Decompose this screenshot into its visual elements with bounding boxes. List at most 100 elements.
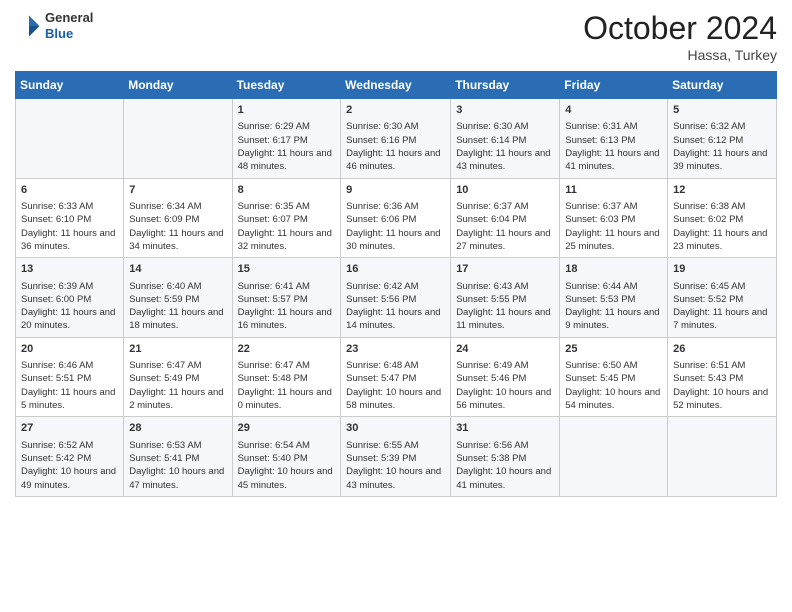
cell-info: Sunrise: 6:51 AMSunset: 5:43 PMDaylight:…: [673, 359, 771, 412]
calendar-cell: 10Sunrise: 6:37 AMSunset: 6:04 PMDayligh…: [451, 178, 560, 258]
day-number: 16: [346, 262, 445, 277]
day-number: 8: [238, 183, 336, 198]
calendar-cell: 19 Sunrise: 6:45 AMSunset: 5:52 PMDayligh…: [668, 258, 777, 338]
calendar-cell: 11Sunrise: 6:37 AMSunset: 6:03 PMDayligh…: [560, 178, 668, 258]
calendar-cell: 3 Sunrise: 6:30 AMSunset: 6:14 PMDaylight…: [451, 99, 560, 179]
week-row-3: 13Sunrise: 6:39 AMSunset: 6:00 PMDayligh…: [16, 258, 777, 338]
cell-info: Sunrise: 6:42 AMSunset: 5:56 PMDaylight:…: [346, 280, 445, 333]
day-number: 5: [673, 103, 771, 118]
calendar-cell: 8 Sunrise: 6:35 AMSunset: 6:07 PMDaylight…: [232, 178, 341, 258]
calendar-cell: [560, 417, 668, 497]
day-number: 11: [565, 183, 662, 198]
location: Hassa, Turkey: [583, 47, 777, 63]
week-row-5: 27Sunrise: 6:52 AMSunset: 5:42 PMDayligh…: [16, 417, 777, 497]
day-number: 31: [456, 421, 554, 436]
week-row-4: 20 Sunrise: 6:46 AMSunset: 5:51 PMDayligh…: [16, 337, 777, 417]
calendar-header-row: SundayMondayTuesdayWednesdayThursdayFrid…: [16, 72, 777, 99]
calendar-cell: 13Sunrise: 6:39 AMSunset: 6:00 PMDayligh…: [16, 258, 124, 338]
logo: General Blue: [15, 10, 93, 41]
calendar-cell: 14Sunrise: 6:40 AMSunset: 5:59 PMDayligh…: [124, 258, 232, 338]
day-number: 1: [238, 103, 336, 118]
calendar-cell: 12Sunrise: 6:38 AMSunset: 6:02 PMDayligh…: [668, 178, 777, 258]
cell-info: Sunrise: 6:45 AMSunset: 5:52 PMDaylight:…: [673, 280, 771, 333]
calendar-cell: 5 Sunrise: 6:32 AMSunset: 6:12 PMDaylight…: [668, 99, 777, 179]
cell-info: Sunrise: 6:33 AMSunset: 6:10 PMDaylight:…: [21, 200, 118, 253]
cell-info: Sunrise: 6:44 AMSunset: 5:53 PMDaylight:…: [565, 280, 662, 333]
cell-info: Sunrise: 6:30 AMSunset: 6:14 PMDaylight:…: [456, 120, 554, 173]
day-number: 18: [565, 262, 662, 277]
cell-info: Sunrise: 6:54 AMSunset: 5:40 PMDaylight:…: [238, 439, 336, 492]
cell-info: Sunrise: 6:52 AMSunset: 5:42 PMDaylight:…: [21, 439, 118, 492]
calendar-cell: 21Sunrise: 6:47 AMSunset: 5:49 PMDayligh…: [124, 337, 232, 417]
cell-info: Sunrise: 6:38 AMSunset: 6:02 PMDaylight:…: [673, 200, 771, 253]
cell-info: Sunrise: 6:49 AMSunset: 5:46 PMDaylight:…: [456, 359, 554, 412]
calendar-cell: 1 Sunrise: 6:29 AMSunset: 6:17 PMDaylight…: [232, 99, 341, 179]
week-row-2: 6 Sunrise: 6:33 AMSunset: 6:10 PMDaylight…: [16, 178, 777, 258]
cell-info: Sunrise: 6:36 AMSunset: 6:06 PMDaylight:…: [346, 200, 445, 253]
page-header: General Blue October 2024 Hassa, Turkey: [15, 10, 777, 63]
cell-info: Sunrise: 6:31 AMSunset: 6:13 PMDaylight:…: [565, 120, 662, 173]
calendar-cell: 4 Sunrise: 6:31 AMSunset: 6:13 PMDaylight…: [560, 99, 668, 179]
day-number: 21: [129, 342, 226, 357]
day-number: 6: [21, 183, 118, 198]
calendar-cell: 31 Sunrise: 6:56 AMSunset: 5:38 PMDayligh…: [451, 417, 560, 497]
calendar-cell: 18 Sunrise: 6:44 AMSunset: 5:53 PMDayligh…: [560, 258, 668, 338]
day-number: 25: [565, 342, 662, 357]
day-number: 3: [456, 103, 554, 118]
cell-info: Sunrise: 6:56 AMSunset: 5:38 PMDaylight:…: [456, 439, 554, 492]
calendar-cell: [16, 99, 124, 179]
col-header-thursday: Thursday: [451, 72, 560, 99]
cell-info: Sunrise: 6:32 AMSunset: 6:12 PMDaylight:…: [673, 120, 771, 173]
cell-info: Sunrise: 6:48 AMSunset: 5:47 PMDaylight:…: [346, 359, 445, 412]
calendar-cell: 2 Sunrise: 6:30 AMSunset: 6:16 PMDaylight…: [341, 99, 451, 179]
day-number: 7: [129, 183, 226, 198]
calendar-cell: 28 Sunrise: 6:53 AMSunset: 5:41 PMDayligh…: [124, 417, 232, 497]
calendar-cell: 26 Sunrise: 6:51 AMSunset: 5:43 PMDayligh…: [668, 337, 777, 417]
cell-info: Sunrise: 6:30 AMSunset: 6:16 PMDaylight:…: [346, 120, 445, 173]
cell-info: Sunrise: 6:53 AMSunset: 5:41 PMDaylight:…: [129, 439, 226, 492]
calendar-cell: [124, 99, 232, 179]
day-number: 26: [673, 342, 771, 357]
col-header-friday: Friday: [560, 72, 668, 99]
calendar-cell: 6 Sunrise: 6:33 AMSunset: 6:10 PMDaylight…: [16, 178, 124, 258]
calendar-cell: 30 Sunrise: 6:55 AMSunset: 5:39 PMDayligh…: [341, 417, 451, 497]
calendar-cell: 20 Sunrise: 6:46 AMSunset: 5:51 PMDayligh…: [16, 337, 124, 417]
day-number: 19: [673, 262, 771, 277]
day-number: 4: [565, 103, 662, 118]
calendar-cell: 25Sunrise: 6:50 AMSunset: 5:45 PMDayligh…: [560, 337, 668, 417]
day-number: 10: [456, 183, 554, 198]
day-number: 23: [346, 342, 445, 357]
day-number: 20: [21, 342, 118, 357]
logo-text: General Blue: [45, 10, 93, 41]
month-title: October 2024: [583, 10, 777, 47]
logo-icon: [15, 12, 43, 40]
day-number: 2: [346, 103, 445, 118]
week-row-1: 1 Sunrise: 6:29 AMSunset: 6:17 PMDaylight…: [16, 99, 777, 179]
day-number: 22: [238, 342, 336, 357]
day-number: 17: [456, 262, 554, 277]
day-number: 24: [456, 342, 554, 357]
day-number: 13: [21, 262, 118, 277]
col-header-sunday: Sunday: [16, 72, 124, 99]
calendar-cell: 29 Sunrise: 6:54 AMSunset: 5:40 PMDayligh…: [232, 417, 341, 497]
cell-info: Sunrise: 6:43 AMSunset: 5:55 PMDaylight:…: [456, 280, 554, 333]
calendar-cell: 24 Sunrise: 6:49 AMSunset: 5:46 PMDayligh…: [451, 337, 560, 417]
calendar-cell: 15Sunrise: 6:41 AMSunset: 5:57 PMDayligh…: [232, 258, 341, 338]
cell-info: Sunrise: 6:47 AMSunset: 5:48 PMDaylight:…: [238, 359, 336, 412]
day-number: 15: [238, 262, 336, 277]
calendar-cell: 17 Sunrise: 6:43 AMSunset: 5:55 PMDayligh…: [451, 258, 560, 338]
cell-info: Sunrise: 6:35 AMSunset: 6:07 PMDaylight:…: [238, 200, 336, 253]
cell-info: Sunrise: 6:46 AMSunset: 5:51 PMDaylight:…: [21, 359, 118, 412]
day-number: 30: [346, 421, 445, 436]
calendar-cell: 7Sunrise: 6:34 AMSunset: 6:09 PMDaylight…: [124, 178, 232, 258]
cell-info: Sunrise: 6:55 AMSunset: 5:39 PMDaylight:…: [346, 439, 445, 492]
day-number: 29: [238, 421, 336, 436]
cell-info: Sunrise: 6:29 AMSunset: 6:17 PMDaylight:…: [238, 120, 336, 173]
day-number: 28: [129, 421, 226, 436]
calendar-cell: [668, 417, 777, 497]
title-block: October 2024 Hassa, Turkey: [583, 10, 777, 63]
calendar-table: SundayMondayTuesdayWednesdayThursdayFrid…: [15, 71, 777, 497]
calendar-cell: 22 Sunrise: 6:47 AMSunset: 5:48 PMDayligh…: [232, 337, 341, 417]
calendar-cell: 9Sunrise: 6:36 AMSunset: 6:06 PMDaylight…: [341, 178, 451, 258]
calendar-cell: 23 Sunrise: 6:48 AMSunset: 5:47 PMDayligh…: [341, 337, 451, 417]
